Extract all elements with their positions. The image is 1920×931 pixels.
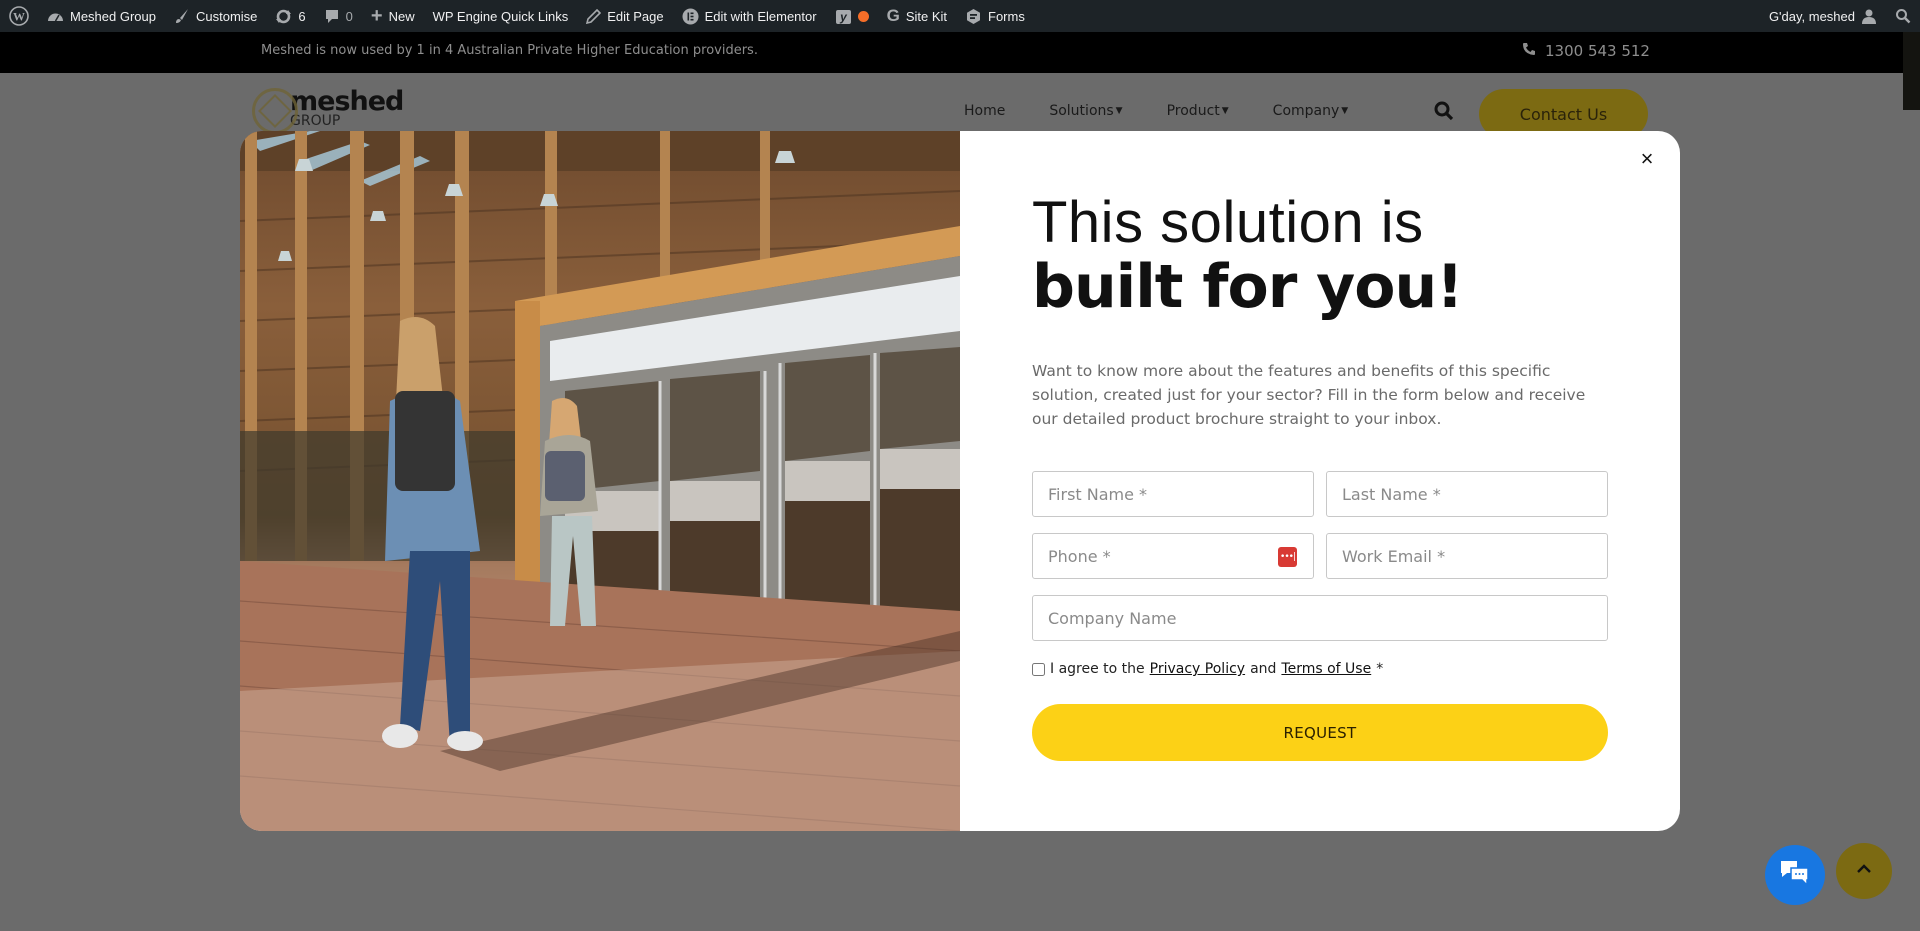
modal-intro-text: Want to know more about the features and… [1032,362,1586,428]
request-button[interactable]: REQUEST [1032,704,1608,761]
elementor-icon [682,8,699,25]
wp-logo-menu[interactable]: W [0,0,38,32]
phone-input[interactable] [1048,546,1298,566]
site-kit-menu[interactable]: G Site Kit [878,0,956,32]
close-modal-button[interactable]: × [1635,146,1659,171]
required-marker: * [1376,661,1384,677]
search-icon [1434,101,1454,125]
nav-label: Home [964,103,1006,119]
nav-label: Product [1166,103,1220,119]
campus-photo-illustration [240,131,960,831]
live-chat-button[interactable] [1765,845,1825,905]
paintbrush-icon [174,8,190,24]
modal-headline: This solution is built for you! [1032,190,1464,322]
comments-count: 0 [345,8,353,24]
nav-item-solutions[interactable]: Solutions ▼ [1049,103,1122,119]
privacy-policy-link[interactable]: Privacy Policy [1150,661,1245,677]
request-form-panel: × This solution is built for you! Want t… [960,131,1680,831]
wp-admin-bar: W Meshed Group Customise 6 0 + New WP En… [0,0,1920,32]
phone-number: 1300 543 512 [1545,42,1650,60]
first-name-input[interactable] [1048,484,1298,504]
site-name-label: Meshed Group [70,8,156,24]
edit-with-elementor-link[interactable]: Edit with Elementor [673,0,826,32]
caret-down-icon: ▼ [1115,106,1123,116]
chat-bubbles-icon [1779,859,1811,892]
wordpress-icon: W [9,6,29,26]
phone-link[interactable]: 1300 543 512 [1522,42,1650,60]
updates-link[interactable]: 6 [266,0,314,32]
search-icon [1895,8,1911,24]
google-g-icon: G [886,6,900,25]
logo-mark-icon [252,88,298,134]
password-manager-icon[interactable]: •••| [1278,547,1297,567]
page-scrollbar-thumb[interactable] [1903,32,1920,110]
close-icon: × [1640,146,1654,171]
agree-checkbox[interactable] [1032,662,1045,676]
customise-label: Customise [196,8,258,24]
forms-label: Forms [988,8,1025,24]
site-kit-label: Site Kit [905,8,947,24]
nav-item-company[interactable]: Company ▼ [1273,103,1349,119]
campus-photo [240,131,960,831]
edit-page-label: Edit Page [607,8,664,24]
caret-down-icon: ▼ [1341,106,1349,116]
customise-link[interactable]: Customise [165,0,266,32]
admin-search-button[interactable] [1886,0,1920,32]
headline-light: This solution is [1032,190,1424,255]
my-account-menu[interactable]: G'day, meshed [1760,0,1886,32]
nav-label: Solutions [1049,103,1114,119]
svg-text:y: y [839,10,848,24]
pencil-icon [586,8,602,24]
last-name-input[interactable] [1342,484,1592,504]
wp-engine-label: WP Engine Quick Links [432,8,569,24]
gravity-forms-icon [965,8,982,25]
svg-text:W: W [13,10,25,24]
comments-link[interactable]: 0 [315,0,362,32]
dashboard-icon [47,9,64,23]
work-email-input[interactable] [1342,546,1592,566]
agree-prefix: I agree to the [1050,661,1145,677]
announcement-bar: Meshed is now used by 1 in 4 Australian … [0,32,1920,73]
updates-count: 6 [298,8,306,24]
last-name-field [1326,471,1608,517]
greeting-label: G'day, meshed [1768,8,1855,24]
yoast-seo-menu[interactable]: y [826,0,878,32]
plus-icon: + [370,4,383,27]
agree-and: and [1250,661,1277,677]
edit-elementor-label: Edit with Elementor [704,8,817,24]
nav-item-product[interactable]: Product ▼ [1167,103,1229,119]
seo-status-dot [857,10,869,22]
phone-icon [1522,42,1536,60]
nav-label: Company [1272,103,1340,119]
user-avatar-icon [1861,8,1877,24]
site-search-button[interactable] [1434,101,1454,126]
logo-wordmark: meshed [290,86,404,117]
new-content-menu[interactable]: + New [362,0,424,32]
site-logo[interactable]: meshed GROUP [252,86,404,134]
headline-bold: built for you! [1032,252,1464,322]
work-email-field [1326,533,1608,579]
new-label: New [388,8,415,24]
site-name-menu[interactable]: Meshed Group [38,0,165,32]
wp-engine-quick-links[interactable]: WP Engine Quick Links [424,0,578,32]
comment-icon [324,8,340,24]
company-name-input[interactable] [1048,608,1592,628]
terms-agreement: I agree to the Privacy Policy and Terms … [1032,661,1383,677]
terms-of-use-link[interactable]: Terms of Use [1281,661,1371,677]
brochure-request-modal: × This solution is built for you! Want t… [240,131,1680,831]
chevron-up-icon [1855,862,1873,880]
caret-down-icon: ▼ [1221,106,1229,116]
first-name-field [1032,471,1314,517]
yoast-icon: y [835,8,852,25]
scroll-to-top-button[interactable] [1836,843,1892,899]
forms-menu[interactable]: Forms [956,0,1034,32]
phone-field: •••| [1032,533,1314,579]
updates-icon [275,8,292,25]
announcement-text: Meshed is now used by 1 in 4 Australian … [261,43,758,58]
nav-item-home[interactable]: Home [964,103,1005,119]
main-nav: Home Solutions ▼ Product ▼ Company ▼ [964,103,1392,119]
company-name-field [1032,595,1608,641]
edit-page-link[interactable]: Edit Page [577,0,672,32]
